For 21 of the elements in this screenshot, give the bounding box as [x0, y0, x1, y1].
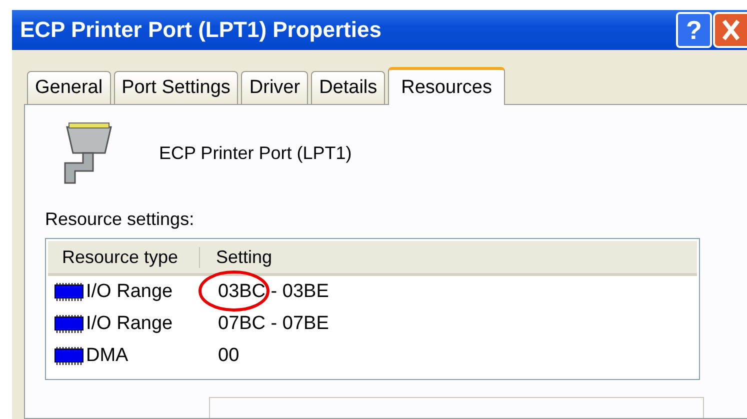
table-cell: I/O Range: [86, 313, 173, 335]
table-cell: 07BC - 07BE: [218, 313, 329, 334]
table-cell: 00: [218, 345, 240, 366]
chip-icon: [54, 282, 84, 302]
close-icon[interactable]: [713, 12, 747, 48]
table-cell: I/O Range: [86, 281, 173, 303]
help-button[interactable]: ?: [676, 12, 712, 48]
column-header[interactable]: Resource type: [48, 246, 200, 268]
table-cell: DMA: [86, 345, 128, 367]
tab[interactable]: Port Settings: [114, 71, 238, 104]
tab[interactable]: General: [27, 71, 111, 104]
column-header[interactable]: Setting: [200, 246, 272, 268]
window-title: ECP Printer Port (LPT1) Properties: [20, 17, 382, 43]
chip-icon: [54, 346, 84, 366]
tab[interactable]: Driver: [241, 71, 308, 104]
device-name: ECP Printer Port (LPT1): [159, 142, 352, 164]
tab[interactable]: Resources: [388, 67, 505, 105]
table-cell: 03BC - 03BE: [218, 281, 329, 302]
resource-settings-label: Resource settings:: [45, 209, 196, 230]
tab[interactable]: Details: [311, 71, 386, 104]
chip-icon: [54, 314, 84, 334]
